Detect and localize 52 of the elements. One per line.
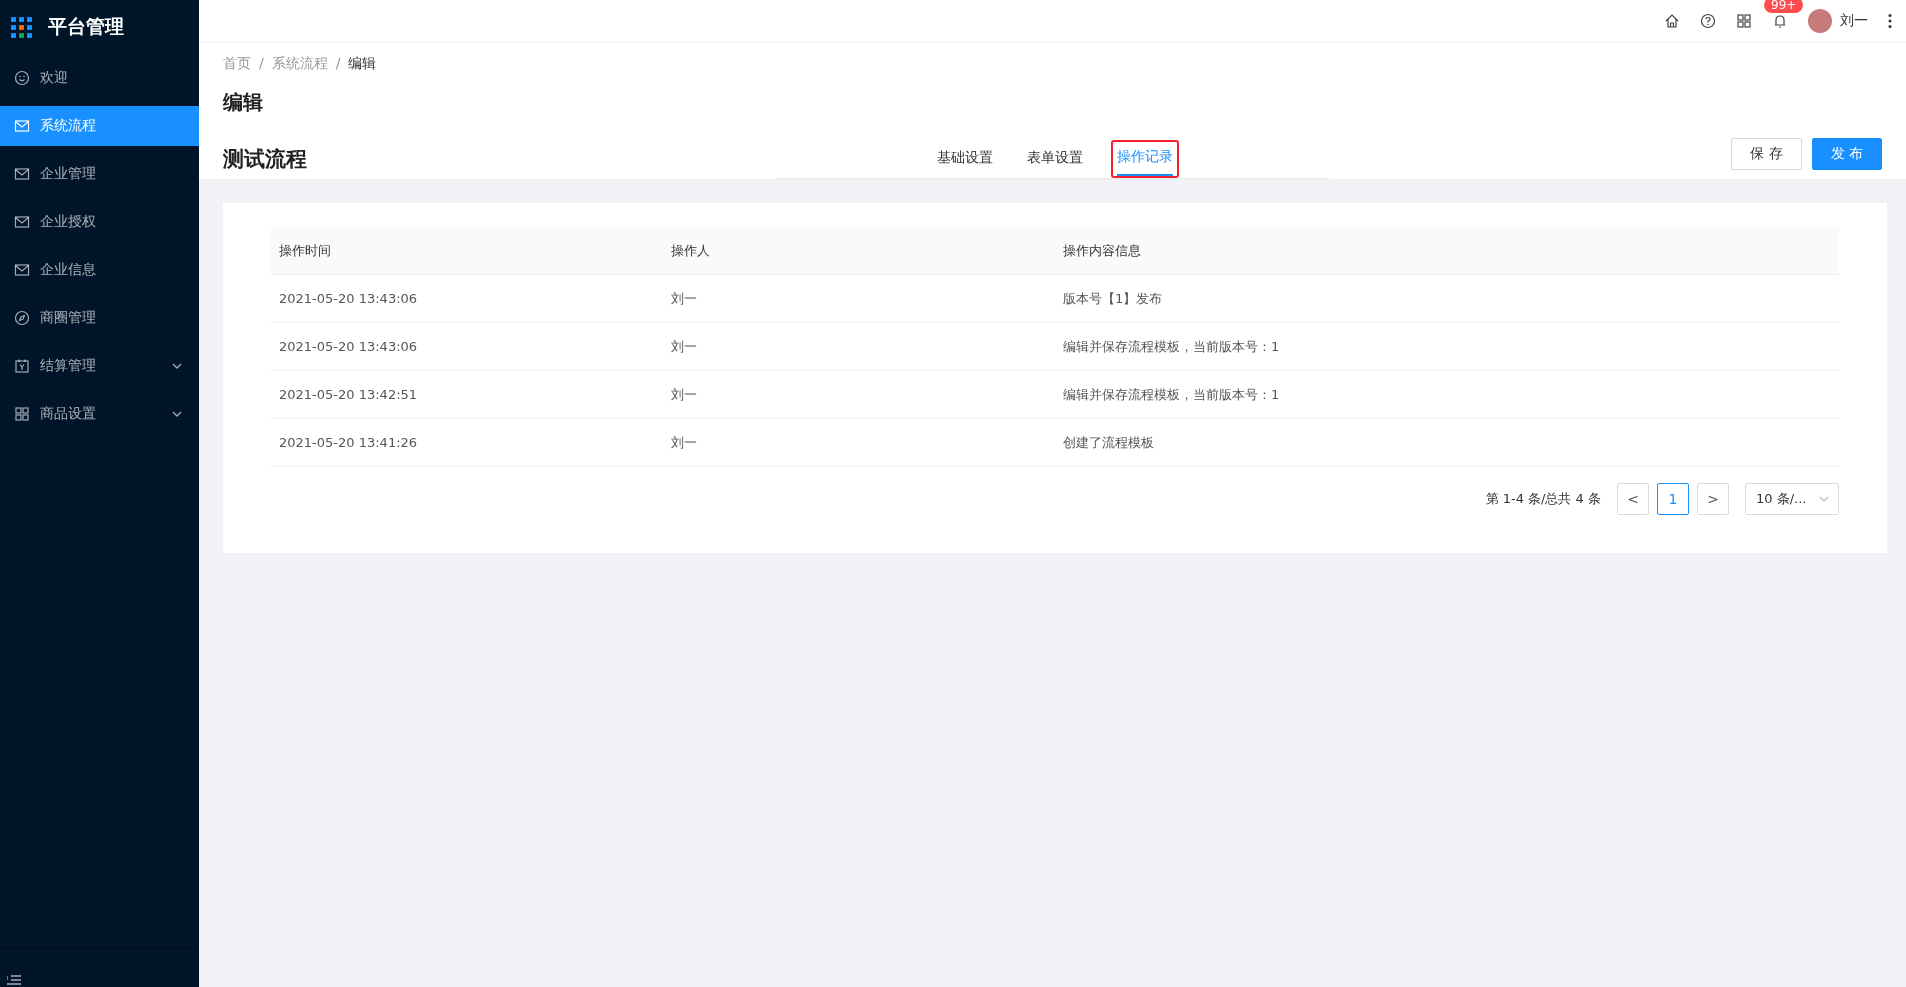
table-cell: 刘一 <box>663 322 1055 371</box>
envelope-icon <box>14 166 30 182</box>
column-header: 操作时间 <box>271 227 663 275</box>
bell-icon[interactable] <box>1772 13 1788 29</box>
table-cell: 创建了流程模板 <box>1055 418 1839 467</box>
column-header: 操作内容信息 <box>1055 227 1839 275</box>
breadcrumb-separator: / <box>335 55 341 73</box>
more-vertical-icon[interactable] <box>1888 13 1892 29</box>
sidebar-item[interactable]: 商圈管理 <box>0 298 199 338</box>
notification-badge: 99+ <box>1764 0 1804 13</box>
smile-icon <box>14 70 30 86</box>
table-cell: 刘一 <box>663 418 1055 467</box>
table-cell: 刘一 <box>663 370 1055 419</box>
envelope-icon <box>14 118 30 134</box>
app-title: 平台管理 <box>48 14 124 39</box>
save-button[interactable]: 保 存 <box>1731 138 1802 170</box>
sidebar-item[interactable]: 结算管理 <box>0 346 199 386</box>
envelope-icon <box>14 214 30 230</box>
table-cell: 2021-05-20 13:41:26 <box>271 418 663 467</box>
table-cell: 刘一 <box>663 274 1055 323</box>
pagination-summary: 第 1-4 条/总共 4 条 <box>1485 490 1601 508</box>
logo-icon <box>11 16 32 38</box>
flow-title: 测试流程 <box>223 146 308 173</box>
compass-icon <box>14 310 30 326</box>
next-page-button[interactable]: > <box>1697 483 1729 515</box>
sidebar-item[interactable]: 欢迎 <box>0 58 199 98</box>
previous-page-button[interactable]: < <box>1617 483 1649 515</box>
table-cell: 编辑并保存流程模板，当前版本号：1 <box>1055 322 1839 371</box>
table-cell: 2021-05-20 13:43:06 <box>271 322 663 371</box>
table-cell: 2021-05-20 13:43:06 <box>271 274 663 323</box>
column-header: 操作人 <box>663 227 1055 275</box>
page-title: 编辑 <box>223 89 264 116</box>
page-size-select[interactable]: 10 条/... <box>1745 483 1839 515</box>
home-icon[interactable] <box>1664 13 1680 29</box>
sidebar-item[interactable]: 企业管理 <box>0 154 199 194</box>
help-icon[interactable] <box>1700 13 1716 29</box>
sidebar-item[interactable]: 企业信息 <box>0 250 199 290</box>
table-cell: 2021-05-20 13:42:51 <box>271 370 663 419</box>
sidebar-item[interactable]: 企业授权 <box>0 202 199 242</box>
tab[interactable]: 基础设置 <box>931 140 999 178</box>
tab[interactable]: 表单设置 <box>1021 140 1089 178</box>
grid-icon <box>14 406 30 422</box>
calendar-icon <box>14 358 30 374</box>
table-cell: 编辑并保存流程模板，当前版本号：1 <box>1055 370 1839 419</box>
breadcrumb-separator: / <box>259 55 264 73</box>
collapse-menu-icon[interactable] <box>7 975 21 987</box>
table-cell: 版本号【1】发布 <box>1055 274 1839 323</box>
user-name[interactable]: 刘一 <box>1840 12 1868 30</box>
apps-grid-icon[interactable] <box>1736 13 1752 29</box>
envelope-icon <box>14 262 30 278</box>
sidebar-item[interactable]: 商品设置 <box>0 394 199 434</box>
user-avatar[interactable] <box>1808 9 1832 33</box>
